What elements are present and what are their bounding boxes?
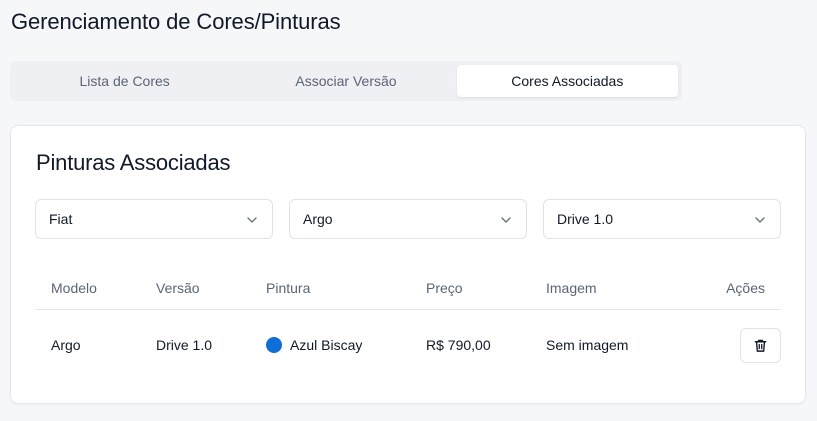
header-preco: Preço (426, 279, 463, 296)
version-select-value: Drive 1.0 (557, 211, 614, 227)
tab-bar: Lista de Cores Associar Versão Cores Ass… (10, 61, 682, 101)
chevron-down-icon (501, 217, 511, 223)
tab-associar-versao[interactable]: Associar Versão (235, 65, 456, 97)
page-title: Gerenciamento de Cores/Pinturas (11, 9, 341, 34)
brand-select-value: Fiat (49, 211, 73, 227)
brand-select[interactable]: Fiat (35, 199, 273, 239)
cell-imagem: Sem imagem (546, 337, 629, 353)
table-header: Modelo Versão Pintura Preço Imagem Ações (35, 266, 781, 310)
header-pintura: Pintura (266, 279, 311, 296)
tab-cores-associadas[interactable]: Cores Associadas (456, 65, 678, 97)
cell-modelo: Argo (51, 337, 81, 353)
tab-lista-de-cores[interactable]: Lista de Cores (14, 65, 235, 97)
card-title: Pinturas Associadas (36, 150, 231, 175)
header-imagem: Imagem (546, 279, 597, 296)
header-modelo: Modelo (51, 279, 97, 296)
delete-button[interactable] (740, 327, 781, 363)
paint-name: Azul Biscay (290, 337, 363, 353)
version-select[interactable]: Drive 1.0 (543, 199, 781, 239)
header-versao: Versão (156, 279, 200, 296)
cell-preco: R$ 790,00 (426, 337, 491, 353)
cell-versao: Drive 1.0 (156, 337, 213, 353)
cell-pintura: Azul Biscay (266, 311, 362, 379)
model-select[interactable]: Argo (289, 199, 527, 239)
table-row: Argo Drive 1.0 Azul Biscay R$ 790,00 Sem… (35, 311, 781, 379)
associated-paints-card: Pinturas Associadas Fiat Argo Drive 1.0 … (10, 125, 806, 404)
model-select-value: Argo (303, 211, 333, 227)
color-swatch (266, 337, 282, 353)
chevron-down-icon (755, 217, 765, 223)
cell-acoes (740, 311, 781, 379)
trash-icon (754, 339, 767, 352)
chevron-down-icon (247, 217, 257, 223)
header-acoes: Ações (726, 279, 765, 296)
